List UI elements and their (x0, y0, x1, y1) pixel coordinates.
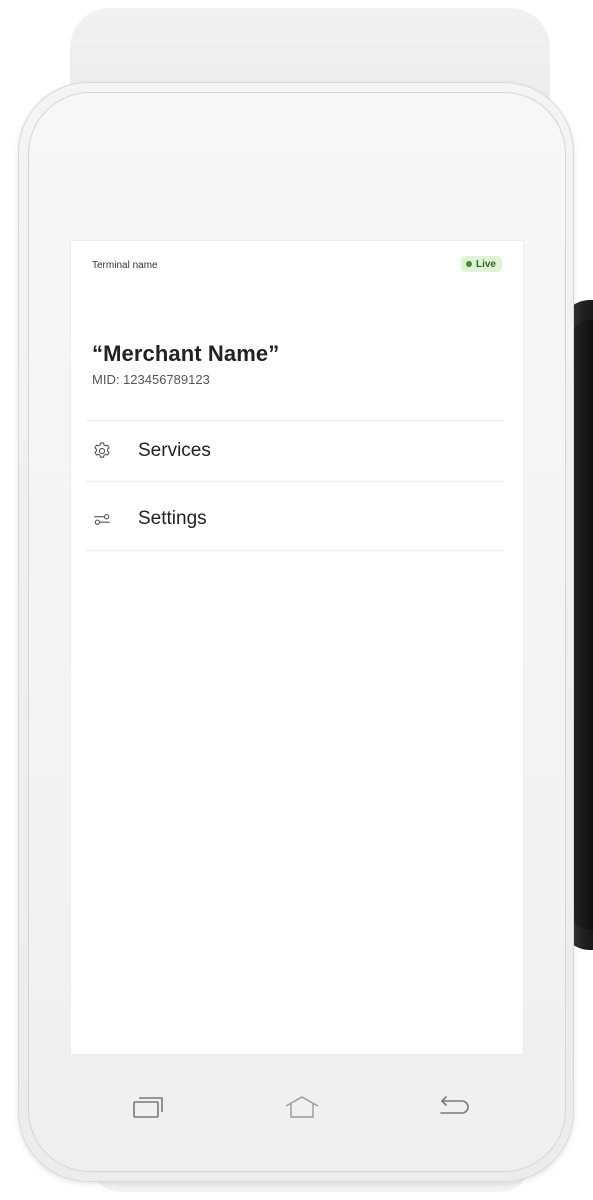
menu-item-settings[interactable]: Settings (86, 489, 504, 549)
terminal-name-label: Terminal name (92, 260, 158, 271)
sliders-icon (91, 508, 113, 530)
divider (86, 481, 504, 482)
menu-item-label: Services (138, 440, 211, 461)
home-icon (283, 1094, 321, 1125)
menu-item-services[interactable]: Services (86, 421, 504, 481)
gear-icon (91, 440, 113, 462)
menu-item-label: Settings (138, 508, 207, 529)
screen: Terminal name Live “Merchant Name” MID: … (71, 241, 523, 1054)
status-badge-label: Live (475, 258, 496, 270)
merchant-id: MID: 123456789123 (92, 372, 210, 387)
back-button[interactable] (434, 1094, 474, 1124)
recent-apps-button[interactable] (128, 1094, 168, 1124)
status-dot-icon (465, 261, 472, 267)
pos-terminal-mockup: Terminal name Live “Merchant Name” MID: … (0, 0, 593, 1200)
recent-apps-icon (130, 1094, 166, 1125)
divider (86, 550, 504, 551)
home-button[interactable] (282, 1094, 322, 1124)
status-badge: Live (460, 256, 502, 272)
merchant-name: “Merchant Name” (92, 341, 280, 366)
back-icon (434, 1094, 474, 1125)
